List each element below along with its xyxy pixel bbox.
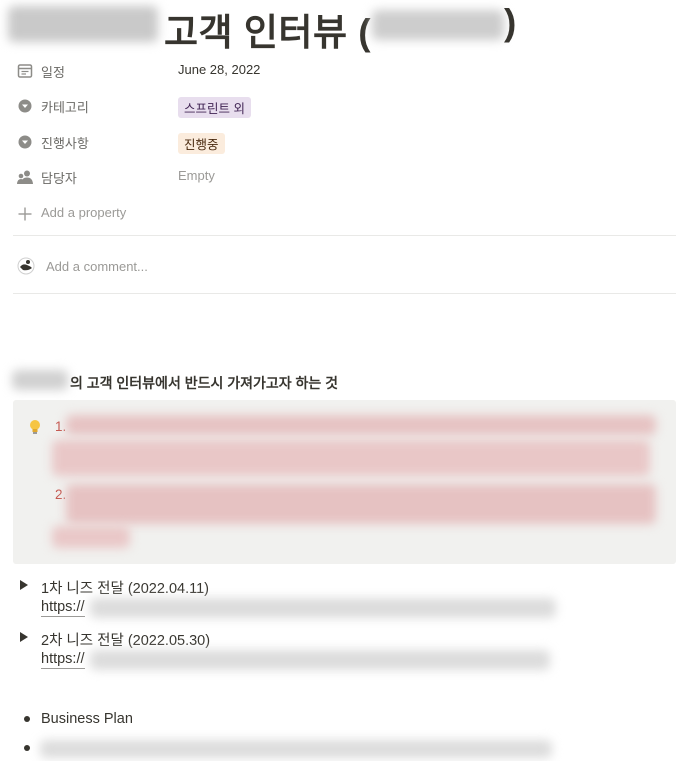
lightbulb-icon xyxy=(30,420,40,434)
callout-item-number: 2. xyxy=(55,487,67,502)
page-title-close: ) xyxy=(504,2,517,43)
link-text[interactable]: https:// xyxy=(41,651,85,669)
property-value-date[interactable]: June 28, 2022 xyxy=(178,62,260,77)
avatar-icon xyxy=(17,257,35,275)
add-property-button[interactable]: Add a property xyxy=(16,201,676,225)
property-value-category[interactable]: 스프린트 외 xyxy=(178,97,251,118)
link-text[interactable]: https:// xyxy=(41,599,85,617)
calendar-icon xyxy=(17,64,33,78)
property-name: 카테고리 xyxy=(41,100,89,115)
toggle-block[interactable]: 2차 니즈 전달 (2022.05.30) xyxy=(20,627,670,651)
person-icon xyxy=(17,170,33,184)
property-category[interactable]: 카테고리 스프린트 외 xyxy=(16,93,676,118)
divider xyxy=(13,293,676,294)
property-assignee[interactable]: 담당자 Empty xyxy=(16,164,676,188)
select-icon xyxy=(18,99,32,113)
redacted-link xyxy=(90,650,550,670)
redacted-title-name xyxy=(372,10,504,40)
redacted-callout-item-1-cont xyxy=(52,440,650,476)
section-heading[interactable]: 의 고객 인터뷰에서 반드시 가져가고자 하는 것 xyxy=(70,373,338,393)
redacted-callout-item-1 xyxy=(66,415,656,435)
callout-item-number: 1. xyxy=(55,419,67,434)
redacted-callout-item-2 xyxy=(66,484,656,524)
property-name: 일정 xyxy=(41,65,65,80)
bullet-icon xyxy=(24,716,30,722)
add-property-label: Add a property xyxy=(41,205,127,220)
comment-input[interactable]: Add a comment... xyxy=(46,259,148,274)
page-title-row: 고객 인터뷰 ( ) xyxy=(0,0,691,53)
toggle-block[interactable]: 1차 니즈 전달 (2022.04.11) xyxy=(20,575,670,599)
property-date[interactable]: 일정 June 28, 2022 xyxy=(16,58,676,82)
category-tag: 스프린트 외 xyxy=(178,97,251,118)
property-value-assignee[interactable]: Empty xyxy=(178,168,215,183)
property-progress[interactable]: 진행사항 진행중 xyxy=(16,129,676,154)
redacted-list-item xyxy=(40,740,552,758)
redacted-heading-prefix xyxy=(12,370,68,390)
bullet-icon xyxy=(24,745,30,751)
select-icon xyxy=(18,135,32,149)
toggle-label: 1차 니즈 전달 (2022.04.11) xyxy=(41,581,210,597)
redacted-callout-item-2-cont xyxy=(52,526,130,548)
toggle-arrow-icon[interactable] xyxy=(20,632,28,642)
page-title[interactable]: 고객 인터뷰 ( xyxy=(164,2,371,56)
redacted-link xyxy=(90,598,556,618)
property-value-progress[interactable]: 진행중 xyxy=(178,133,225,154)
divider xyxy=(13,235,676,236)
toggle-arrow-icon[interactable] xyxy=(20,580,28,590)
property-name: 진행사항 xyxy=(41,136,89,151)
redacted-title-prefix xyxy=(8,6,158,42)
toggle-label: 2차 니즈 전달 (2022.05.30) xyxy=(41,633,211,649)
plus-icon xyxy=(18,207,32,221)
list-item[interactable]: Business Plan xyxy=(41,711,133,727)
status-tag: 진행중 xyxy=(178,133,225,154)
property-name: 담당자 xyxy=(41,171,77,186)
